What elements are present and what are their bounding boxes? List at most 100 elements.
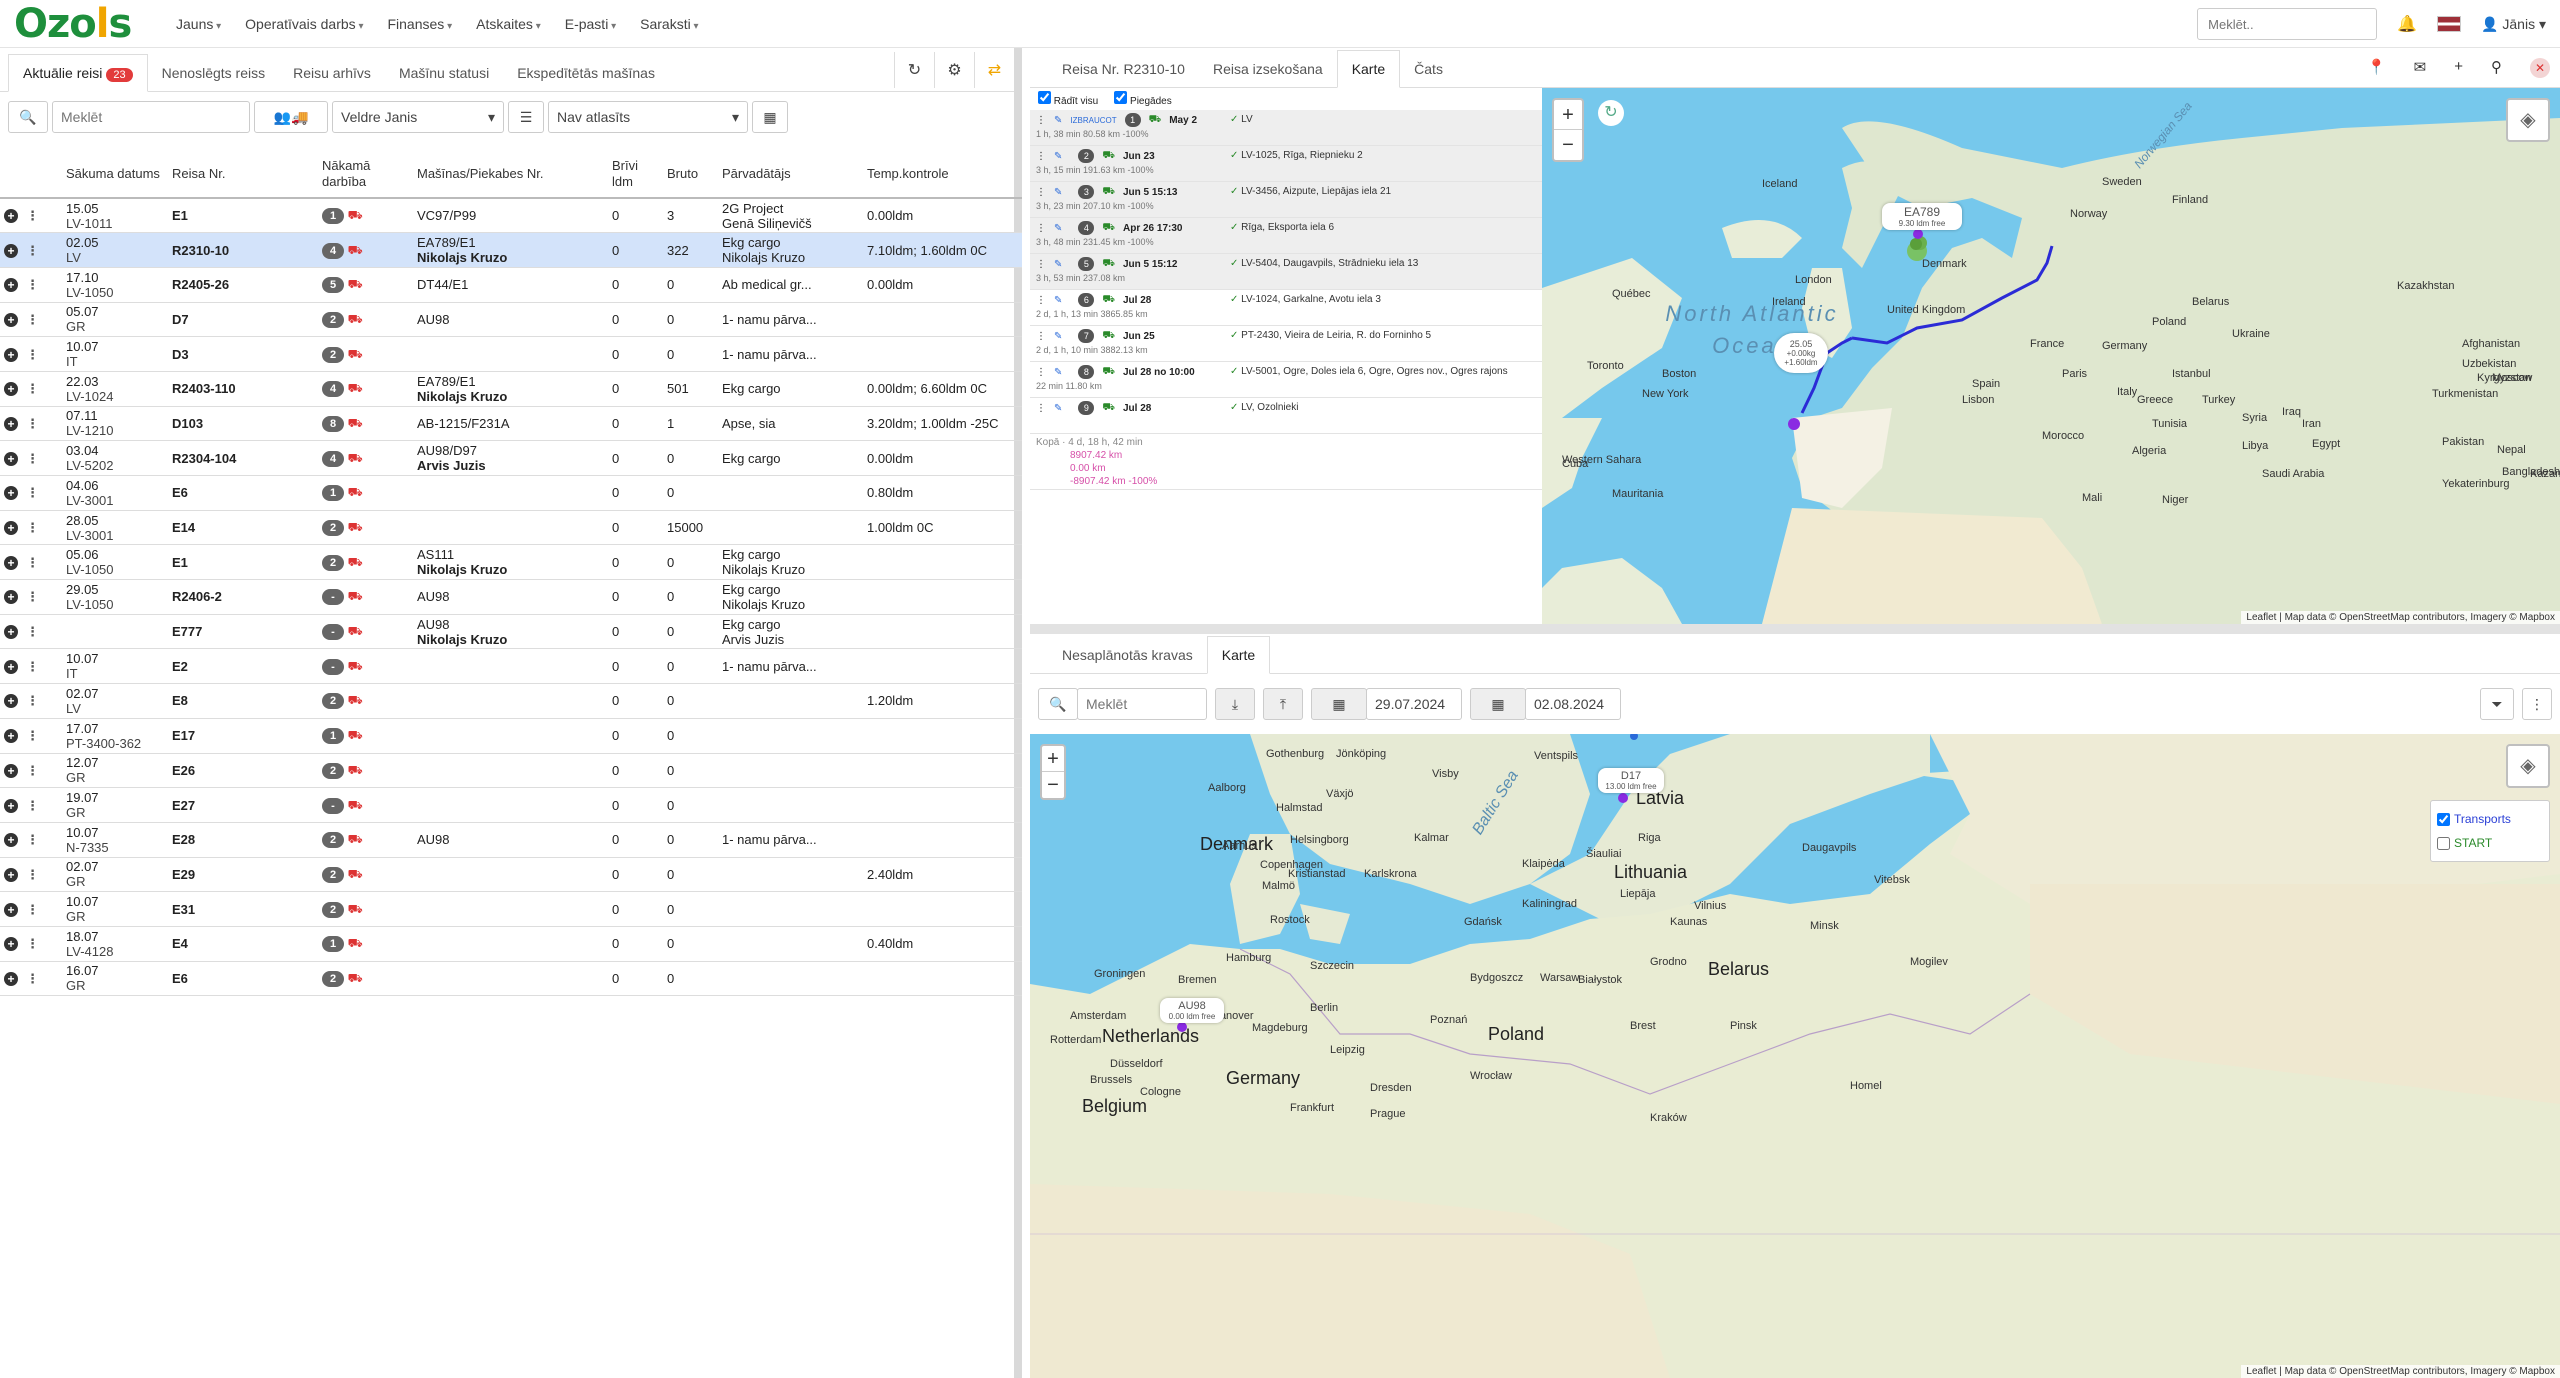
col-start-date[interactable]: Sākuma datums xyxy=(62,150,168,199)
row-menu-icon[interactable]: ⋮ xyxy=(26,971,39,986)
swap-icon[interactable]: ⇄ xyxy=(974,52,1014,88)
trip-number[interactable]: R2310-10 xyxy=(172,243,229,258)
pin-icon[interactable]: 📍 xyxy=(2367,58,2386,78)
edit-icon[interactable]: ✎ xyxy=(1054,367,1062,378)
stop-item[interactable]: ⋮ ✎ 4 ⛟ Apr 26 17:30 ✓ Rīga, Eksporta iela 6 3… xyxy=(1030,218,1542,254)
row-menu-icon[interactable]: ⋮ xyxy=(26,589,39,604)
zoom-in-button[interactable]: + xyxy=(1554,100,1582,130)
zoom-out-button[interactable]: − xyxy=(1042,772,1064,798)
tab-unplanned-cargo[interactable]: Nesaplānotās kravas xyxy=(1048,637,1207,673)
truck-filter-icon[interactable]: 👥🚚 xyxy=(254,101,328,133)
row-menu-icon[interactable]: ⋮ xyxy=(26,693,39,708)
edit-icon[interactable]: ✎ xyxy=(1054,115,1062,126)
table-row[interactable]: + ⋮ 02.05 LV R2310-10 4 ⛟ EA789/E1 Nikolajs Kru… xyxy=(0,232,1022,268)
col-vehicles[interactable]: Mašīnas/Piekabes Nr. xyxy=(413,150,608,199)
trip-number[interactable]: R2304-104 xyxy=(172,451,236,466)
cargo-search-input[interactable] xyxy=(1077,688,1207,720)
expand-icon[interactable]: + xyxy=(4,625,18,640)
drag-handle-icon[interactable]: ⋮ xyxy=(1036,259,1046,270)
edit-icon[interactable]: ✎ xyxy=(1054,223,1062,234)
expand-icon[interactable]: + xyxy=(4,833,18,848)
expand-icon[interactable]: + xyxy=(4,451,18,466)
binoculars-icon[interactable]: ⚲ xyxy=(2491,58,2502,78)
layers-icon[interactable]: ◈ xyxy=(2506,98,2550,142)
trip-number[interactable]: E26 xyxy=(172,763,195,778)
trip-number[interactable]: E1 xyxy=(172,555,188,570)
table-row[interactable]: + ⋮ 16.07 GR E6 2 ⛟ 0 0 xyxy=(0,961,1022,997)
col-bruto[interactable]: Bruto xyxy=(663,150,718,199)
search-icon[interactable]: 🔍 xyxy=(8,101,48,133)
tab-trip-tracking[interactable]: Reisa izsekošana xyxy=(1199,51,1337,87)
trip-number[interactable]: E6 xyxy=(172,971,188,986)
row-menu-icon[interactable]: ⋮ xyxy=(26,659,39,674)
table-row[interactable]: + ⋮ E777- ⛟ AU98 Nikolajs Kruzo 0 0 Ekg cargo Ar… xyxy=(0,614,1022,650)
trip-number[interactable]: E31 xyxy=(172,902,195,917)
trip-number[interactable]: E28 xyxy=(172,832,195,847)
edit-icon[interactable]: ✎ xyxy=(1054,151,1062,162)
stop-item[interactable]: ⋮ ✎ 2 ⛟ Jun 23 ✓ LV-1025, Rīga, Riepnieku 2 3 … xyxy=(1030,146,1542,182)
plus-icon[interactable]: + xyxy=(2454,58,2463,78)
trip-number[interactable]: E27 xyxy=(172,798,195,813)
expand-icon[interactable]: + xyxy=(4,209,18,224)
expand-icon[interactable]: + xyxy=(4,902,18,917)
col-trip-nr[interactable]: Reisa Nr. xyxy=(168,150,318,199)
expand-icon[interactable]: + xyxy=(4,659,18,674)
expand-icon[interactable]: + xyxy=(4,382,18,397)
row-menu-icon[interactable]: ⋮ xyxy=(26,208,39,223)
date-from-input[interactable]: 29.07.2024 xyxy=(1366,688,1462,720)
expand-icon[interactable]: + xyxy=(4,798,18,813)
edit-icon[interactable]: ✎ xyxy=(1054,259,1062,270)
table-row[interactable]: + ⋮ 18.07 LV-4128 E4 1 ⛟ 0 0 0.40ldm xyxy=(0,926,1022,962)
search-icon[interactable]: 🔍 xyxy=(1038,688,1078,720)
edit-icon[interactable]: ✎ xyxy=(1054,187,1062,198)
trip-number[interactable]: D7 xyxy=(172,312,189,327)
expand-icon[interactable]: + xyxy=(4,555,18,570)
col-next-action[interactable]: Nākamā darbība xyxy=(318,150,413,199)
row-menu-icon[interactable]: ⋮ xyxy=(26,832,39,847)
date-to-input[interactable]: 02.08.2024 xyxy=(1525,688,1621,720)
expand-icon[interactable]: + xyxy=(4,347,18,362)
tab-cargo-map[interactable]: Karte xyxy=(1206,636,1271,674)
table-row[interactable]: + ⋮ 02.07 GR E29 2 ⛟ 0 0 2.40ldm xyxy=(0,857,1022,893)
col-carrier[interactable]: Pārvadātājs xyxy=(718,150,863,199)
row-menu-icon[interactable]: ⋮ xyxy=(26,902,39,917)
row-menu-icon[interactable]: ⋮ xyxy=(26,347,39,362)
row-menu-icon[interactable]: ⋮ xyxy=(26,728,39,743)
row-menu-icon[interactable]: ⋮ xyxy=(26,763,39,778)
trip-number[interactable]: E777 xyxy=(172,624,202,639)
reload-map-icon[interactable]: ↻ xyxy=(1598,100,1624,126)
trips-search-input[interactable] xyxy=(52,101,250,133)
refresh-icon[interactable]: ↻ xyxy=(894,52,934,88)
drag-handle-icon[interactable]: ⋮ xyxy=(1036,151,1046,162)
table-icon[interactable]: ▦ xyxy=(752,101,788,133)
user-menu[interactable]: 👤 Jānis ▾ xyxy=(2481,16,2546,33)
drag-handle-icon[interactable]: ⋮ xyxy=(1036,367,1046,378)
trip-number[interactable]: E6 xyxy=(172,485,188,500)
expand-icon[interactable]: + xyxy=(4,416,18,431)
expand-icon[interactable]: + xyxy=(4,312,18,327)
trip-number[interactable]: E14 xyxy=(172,520,195,535)
tab-reisu-arhivs[interactable]: Reisu arhīvs xyxy=(279,55,385,91)
gear-icon[interactable]: ⚙ xyxy=(934,52,974,88)
driver-select[interactable]: Veldre Janis ▾ xyxy=(332,101,504,133)
expand-icon[interactable]: + xyxy=(4,694,18,709)
trip-number[interactable]: E4 xyxy=(172,936,188,951)
trip-number[interactable]: E29 xyxy=(172,867,195,882)
row-menu-icon[interactable]: ⋮ xyxy=(26,243,39,258)
global-search-input[interactable] xyxy=(2197,8,2378,40)
truck-bubble-d17[interactable]: D17 13.00 ldm free xyxy=(1598,768,1664,793)
trip-number[interactable]: D103 xyxy=(172,416,203,431)
row-menu-icon[interactable]: ⋮ xyxy=(26,381,39,396)
menu-item[interactable]: E-pasti xyxy=(553,16,628,32)
stop-item[interactable]: ⋮ ✎ IZBRAUCOT 1 ⛟ May 2 ✓ LV 1 h, 38 min 80.58 … xyxy=(1030,110,1542,146)
tab-ekspediteta-masinas[interactable]: Ekspedītētās mašīnas xyxy=(503,55,669,91)
menu-item[interactable]: Operatīvais darbs xyxy=(233,16,375,32)
tab-masinu-statusi[interactable]: Mašīnu statusi xyxy=(385,55,503,91)
pane-splitter[interactable] xyxy=(1030,624,2560,634)
table-row[interactable]: + ⋮ 10.07 GR E31 2 ⛟ 0 0 xyxy=(0,891,1022,927)
table-row[interactable]: + ⋮ 05.06 LV-1050 E1 2 ⛟ AS111 Nikolajs Kruzo 0 0… xyxy=(0,544,1022,581)
table-row[interactable]: + ⋮ 07.11 LV-1210 D103 8 ⛟ AB-1215/F231A 0 1 Apse… xyxy=(0,406,1022,442)
trip-number[interactable]: R2405-26 xyxy=(172,277,229,292)
menu-item[interactable]: Atskaites xyxy=(464,16,553,32)
trip-number[interactable]: R2403-110 xyxy=(172,381,236,396)
